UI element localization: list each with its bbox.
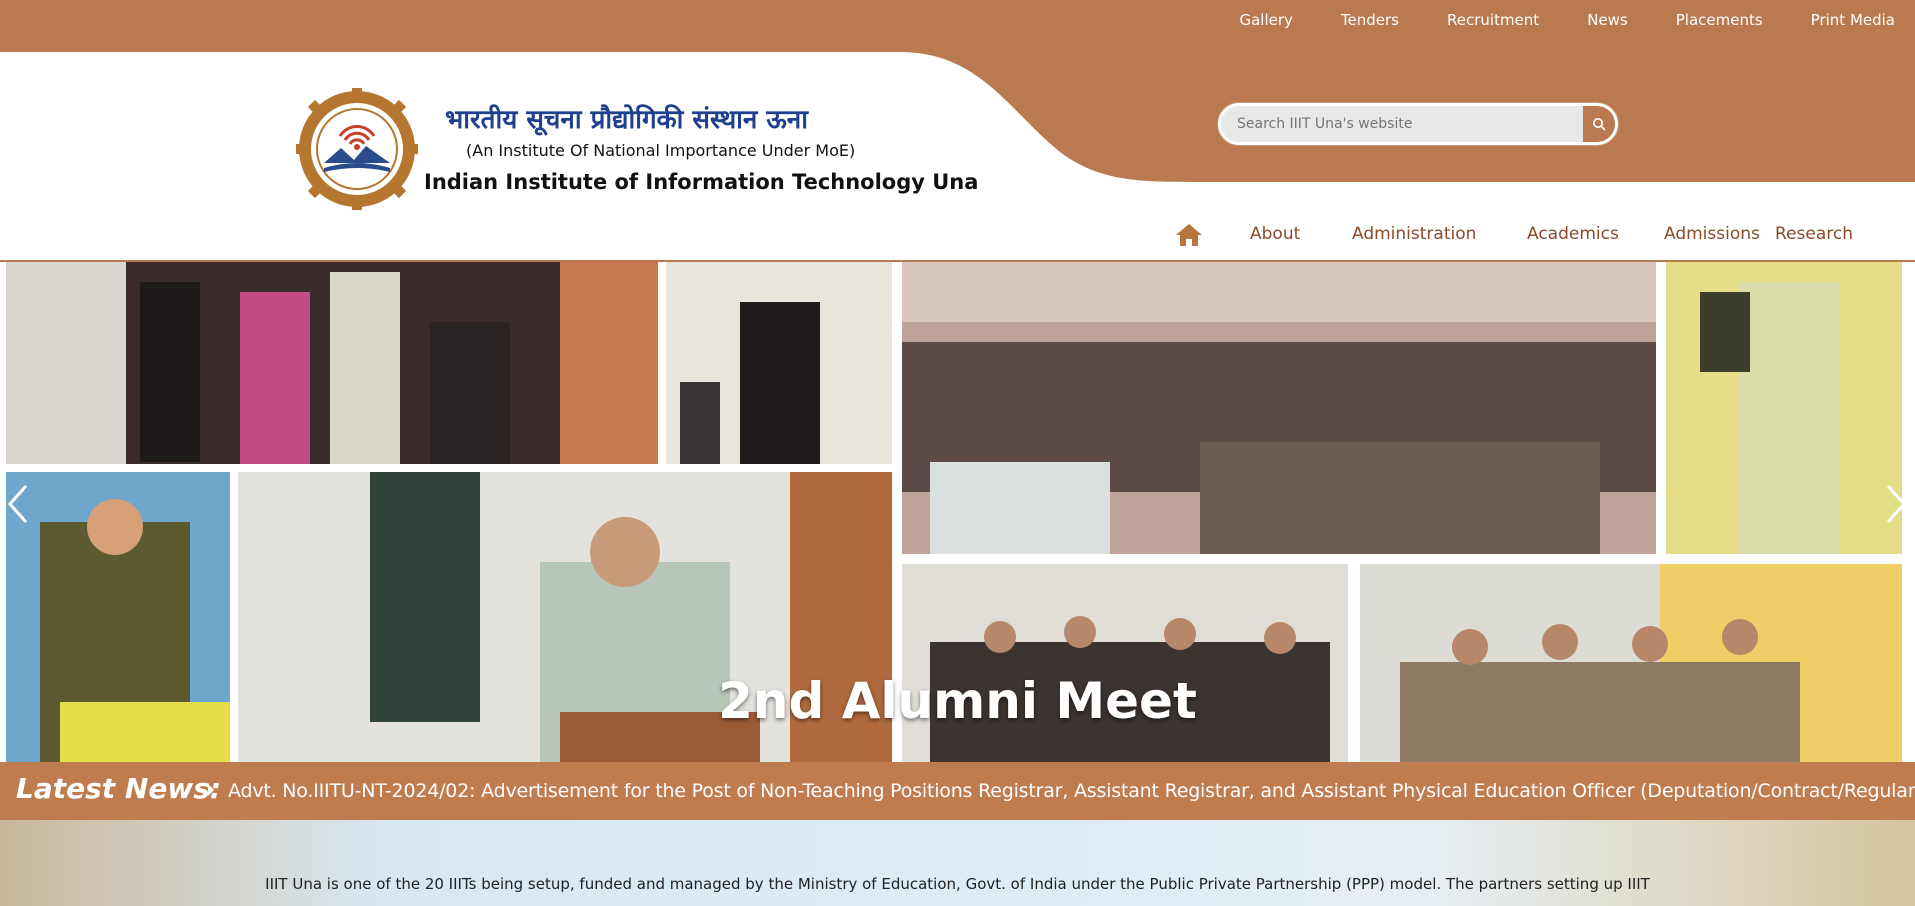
- search-button[interactable]: [1583, 106, 1615, 142]
- page: Gallery Tenders Recruitment News Placeme…: [0, 0, 1915, 906]
- intro-section: [0, 820, 1915, 906]
- top-link-recruitment[interactable]: Recruitment: [1423, 11, 1563, 29]
- nav-item-admissions[interactable]: Admissions: [1664, 224, 1760, 244]
- top-link-tenders[interactable]: Tenders: [1317, 11, 1423, 29]
- institute-logo: [296, 88, 418, 210]
- top-link-print-media[interactable]: Print Media: [1787, 11, 1915, 29]
- nav-item-academics[interactable]: Academics: [1527, 224, 1619, 244]
- latest-news-bar: Latest News: Advt. No.IIITU-NT-2024/02: …: [0, 762, 1915, 820]
- institute-name-hindi: भारतीय सूचना प्रौद्योगिकी संस्थान ऊना: [445, 105, 808, 135]
- search-box: [1218, 103, 1618, 145]
- chevron-left-icon[interactable]: [6, 482, 30, 526]
- main-nav: About Administration Academics Admission…: [0, 214, 1915, 262]
- nav-item-about[interactable]: About: [1250, 224, 1300, 244]
- slider-caption: 2nd Alumni Meet: [718, 672, 1197, 730]
- nav-item-administration[interactable]: Administration: [1352, 224, 1476, 244]
- top-bar: Gallery Tenders Recruitment News Placeme…: [0, 0, 1915, 52]
- search-input[interactable]: [1221, 106, 1585, 142]
- top-links: Gallery Tenders Recruitment News Placeme…: [1215, 0, 1915, 40]
- institute-title[interactable]: Indian Institute of Information Technolo…: [424, 170, 978, 194]
- top-link-gallery[interactable]: Gallery: [1215, 11, 1316, 29]
- latest-news-label: Latest News:: [16, 772, 222, 805]
- intro-text: IIIT Una is one of the 20 IIITs being se…: [265, 875, 1650, 893]
- news-item[interactable]: Advt. No.IIITU-NT-2024/02: Advertisement…: [228, 780, 1915, 802]
- news-bullet-icon: [208, 784, 214, 796]
- top-link-placements[interactable]: Placements: [1652, 11, 1787, 29]
- chevron-right-icon[interactable]: [1884, 482, 1908, 526]
- institute-subtitle: (An Institute Of National Importance Und…: [466, 141, 856, 160]
- nav-item-research[interactable]: Research: [1775, 224, 1853, 244]
- top-link-news[interactable]: News: [1563, 11, 1652, 29]
- search-icon: [1593, 118, 1606, 131]
